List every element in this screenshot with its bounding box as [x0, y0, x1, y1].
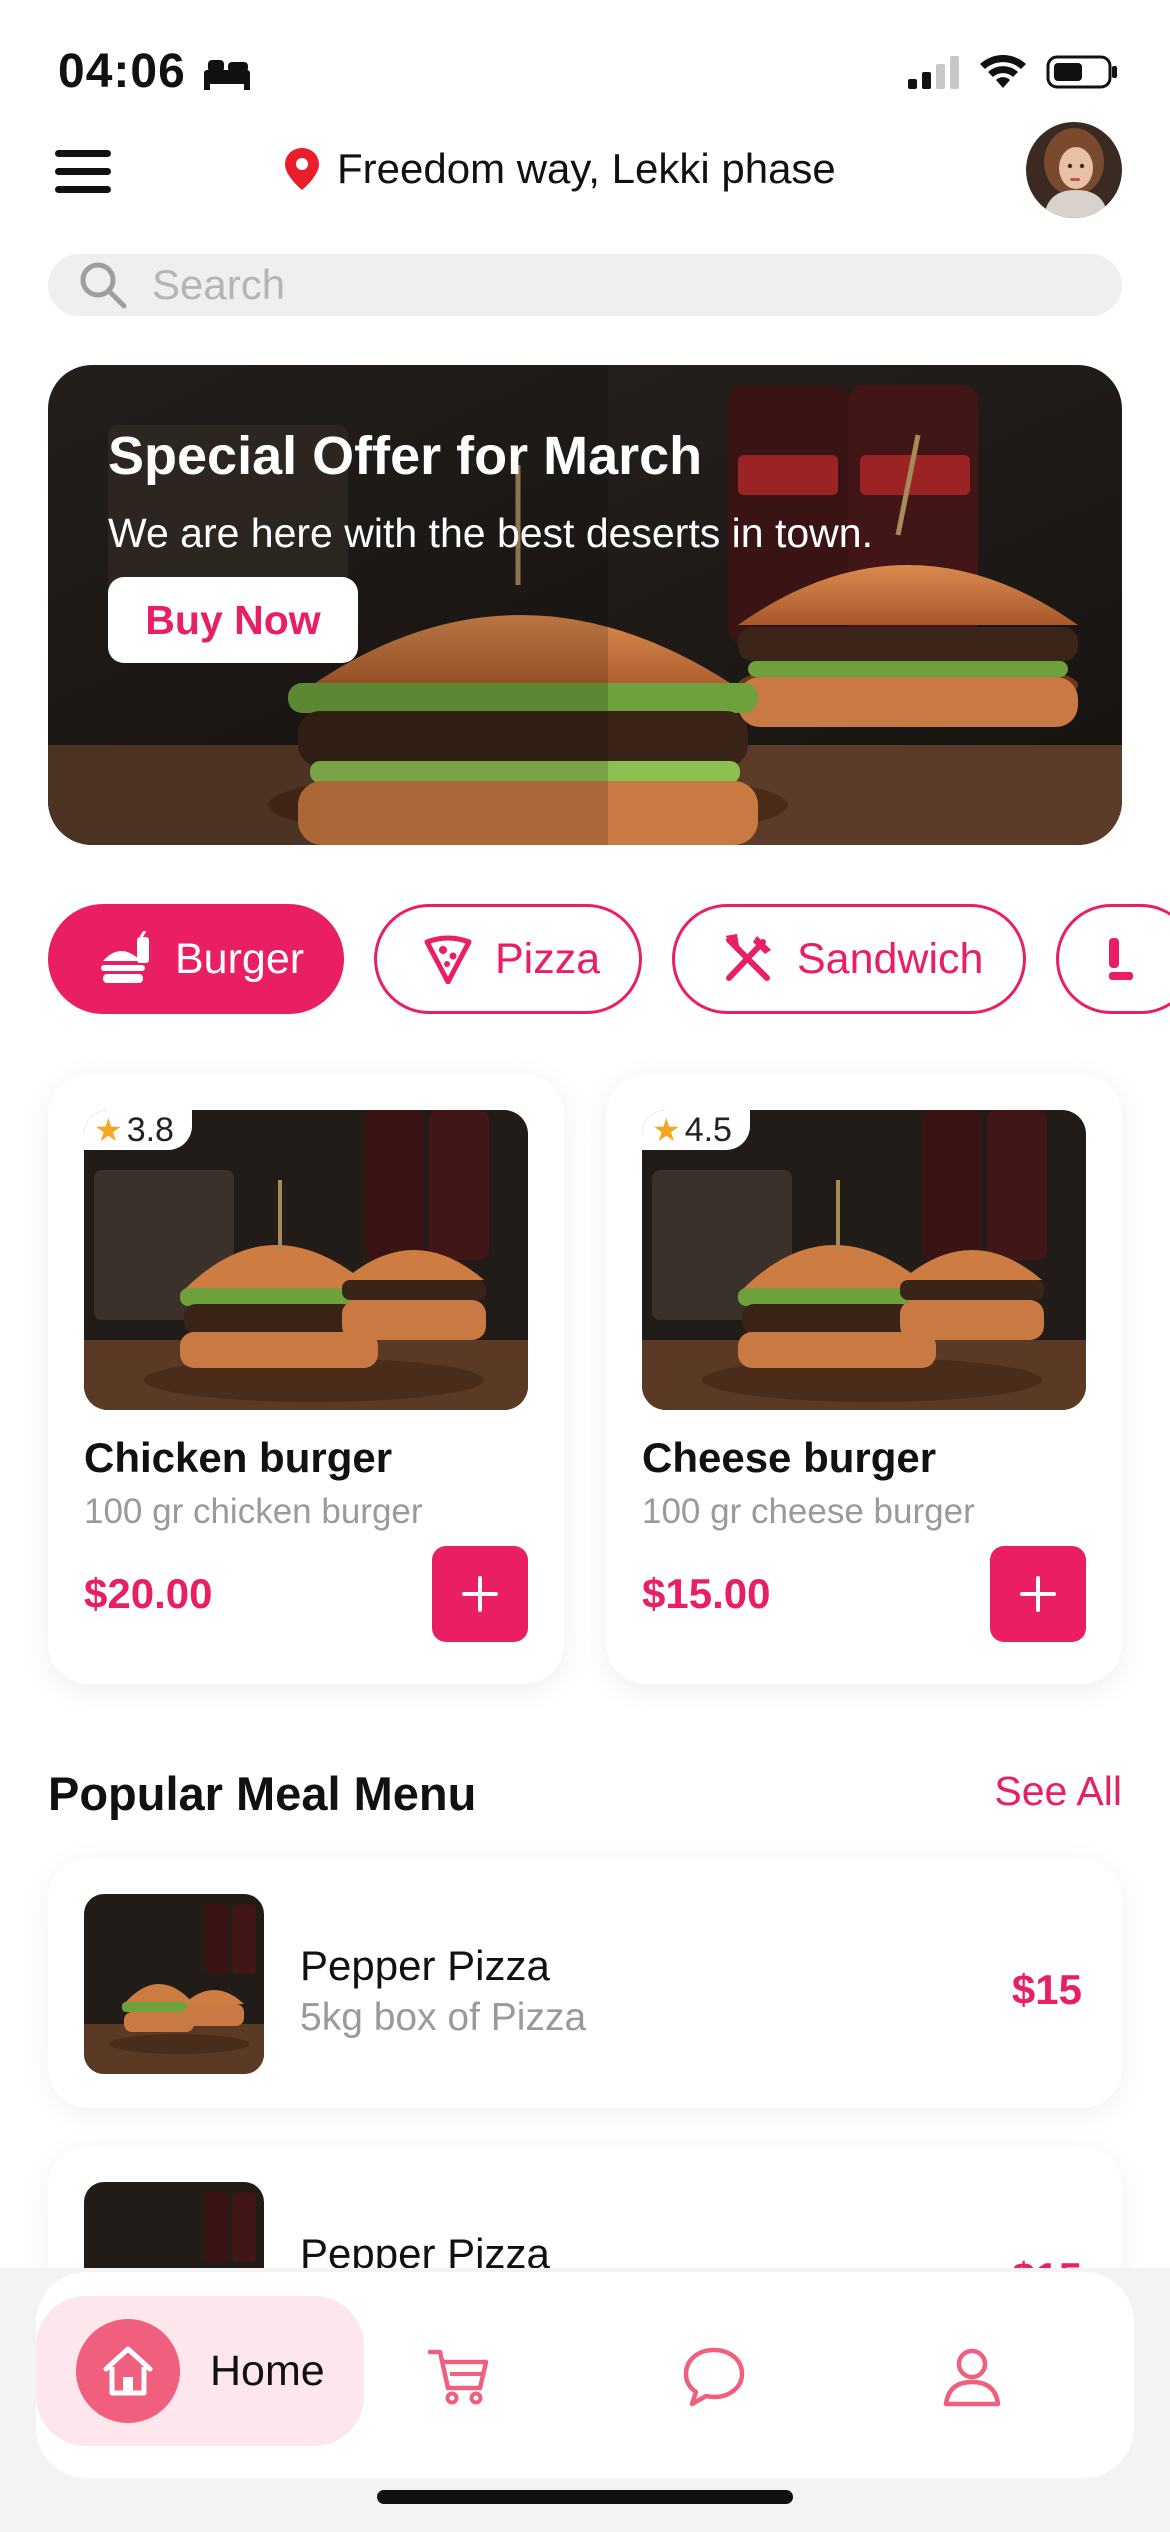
fork-knife-icon — [725, 934, 771, 981]
add-to-cart-button[interactable] — [990, 1546, 1086, 1642]
category-label: Sandwich — [797, 934, 984, 983]
meal-list-item[interactable]: Pepper Pizza 5kg box of Pizza $15 — [48, 1858, 1122, 2108]
home-icon — [76, 2319, 180, 2423]
home-indicator — [377, 2490, 793, 2504]
product-subtitle: 100 gr chicken burger — [84, 1492, 423, 1531]
product-price: $15.00 — [642, 1570, 771, 1617]
star-icon: ★ — [94, 1112, 123, 1148]
see-all-link[interactable]: See All — [994, 1768, 1122, 1815]
category-label: Burger — [175, 934, 305, 983]
category-burger[interactable]: Burger — [48, 904, 344, 1014]
bed-icon — [202, 58, 252, 95]
rating-value: 4.5 — [684, 1110, 732, 1149]
battery-icon — [1046, 55, 1117, 89]
product-title: Cheese burger — [642, 1434, 937, 1481]
burger-icon — [101, 931, 149, 983]
banner-title: Special Offer for March — [108, 426, 703, 486]
nav-home[interactable]: Home — [36, 2296, 364, 2446]
product-subtitle: 100 gr cheese burger — [642, 1492, 975, 1531]
plus-icon — [462, 1576, 498, 1612]
meal-subtitle: 5kg box of Pizza — [300, 1996, 587, 2039]
rating-badge: ★ 3.8 — [84, 1110, 192, 1150]
avatar[interactable] — [1026, 122, 1122, 218]
product-image: ★ 3.8 — [84, 1110, 528, 1410]
cart-icon[interactable] — [426, 2344, 490, 2408]
search-icon — [80, 262, 127, 309]
meal-title: Pepper Pizza — [300, 1942, 550, 1989]
profile-icon[interactable] — [940, 2344, 1004, 2408]
pizza-slice-icon — [424, 935, 472, 984]
status-icons — [908, 54, 1118, 90]
category-label: Pizza — [495, 934, 601, 983]
product-card[interactable]: ★ 3.8 Chicken burger 100 gr chicken burg… — [48, 1074, 564, 1684]
map-pin-icon — [285, 148, 319, 190]
buy-now-button[interactable]: Buy Now — [108, 577, 358, 663]
product-card[interactable]: ★ 4.5 Cheese burger 100 gr cheese burger… — [606, 1074, 1122, 1684]
meal-price: $15 — [1011, 1966, 1082, 2013]
add-to-cart-button[interactable] — [432, 1546, 528, 1642]
search-input[interactable] — [152, 261, 1052, 309]
search-bar[interactable] — [48, 254, 1122, 316]
bottom-nav: Home — [36, 2272, 1134, 2478]
nav-home-label: Home — [210, 2346, 325, 2395]
product-image: ★ 4.5 — [642, 1110, 1086, 1410]
category-sandwich[interactable]: Sandwich — [672, 904, 1026, 1014]
hamburger-menu-icon[interactable] — [55, 150, 113, 194]
location-selector[interactable]: Freedom way, Lekki phase — [285, 145, 836, 193]
wifi-icon — [980, 55, 1026, 88]
partial-category-icon — [1109, 938, 1133, 980]
product-title: Chicken burger — [84, 1434, 393, 1481]
promo-banner[interactable]: Special Offer for March We are here with… — [48, 365, 1122, 845]
star-icon: ★ — [652, 1112, 681, 1148]
product-price: $20.00 — [84, 1570, 213, 1617]
banner-subtitle: We are here with the best deserts in tow… — [108, 510, 873, 556]
cellular-signal-icon — [908, 56, 959, 89]
rating-value: 3.8 — [126, 1110, 174, 1149]
meal-image — [84, 1894, 264, 2074]
plus-icon — [1020, 1576, 1056, 1612]
category-partial[interactable] — [1056, 904, 1170, 1014]
location-label: Freedom way, Lekki phase — [337, 145, 836, 192]
section-title: Popular Meal Menu — [48, 1767, 477, 1820]
chat-bubble-icon[interactable] — [682, 2344, 746, 2408]
category-pizza[interactable]: Pizza — [374, 904, 642, 1014]
status-time: 04:06 — [58, 45, 186, 98]
rating-badge: ★ 4.5 — [642, 1110, 750, 1150]
